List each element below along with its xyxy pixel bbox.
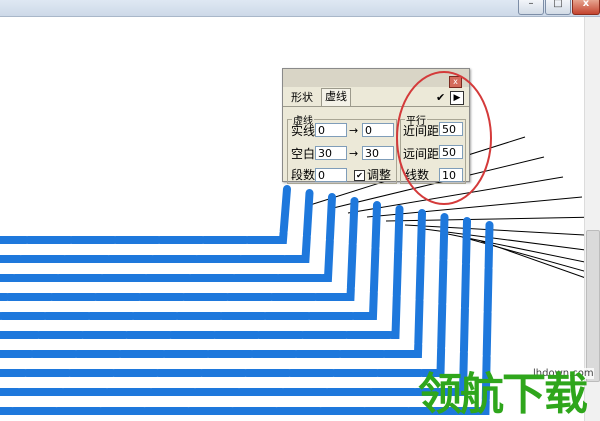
apply-checkmark-icon[interactable]: ✔ xyxy=(436,91,445,104)
gap-from-input[interactable]: 30 xyxy=(315,146,347,160)
count-label: 段数 xyxy=(291,168,316,182)
panel-header xyxy=(283,69,469,87)
guide-line xyxy=(404,224,600,237)
blue-parallel-stroke xyxy=(0,189,314,263)
watermark-logo-text: 领航下载 xyxy=(418,369,588,420)
arrow-right-icon: → xyxy=(349,147,359,160)
guide-line xyxy=(461,236,600,277)
blue-parallel-stroke xyxy=(0,197,359,301)
far-spacing-input[interactable]: 50 xyxy=(439,145,463,159)
gap-to-input[interactable]: 30 xyxy=(362,146,394,160)
adjust-label: 调整 xyxy=(367,168,392,182)
solid-from-input[interactable]: 0 xyxy=(315,123,347,137)
gap-label: 空白 xyxy=(291,147,316,161)
arrow-right-icon: → xyxy=(349,124,359,137)
count-input[interactable]: 0 xyxy=(315,168,347,182)
panel-close-button[interactable]: x xyxy=(449,76,462,88)
tab-shape[interactable]: 形状 xyxy=(288,90,316,106)
drawing-canvas[interactable] xyxy=(0,0,600,421)
line-count-label: 线数 xyxy=(405,168,430,182)
solid-to-input[interactable]: 0 xyxy=(362,123,394,137)
guide-line xyxy=(423,228,600,253)
adjust-checkbox[interactable]: ✔ xyxy=(354,170,365,181)
guide-line xyxy=(480,240,600,284)
tab-dash[interactable]: 虚线 xyxy=(321,88,351,107)
solid-label: 实线 xyxy=(291,124,316,138)
dash-settings-panel: x 形状 虚线 ✔ ▶ 虚线 实线 0 → 0 空白 30 → 30 段数 0 … xyxy=(282,68,470,184)
near-spacing-input[interactable]: 50 xyxy=(439,122,463,136)
far-spacing-label: 远间距 xyxy=(403,147,440,161)
play-icon[interactable]: ▶ xyxy=(450,91,464,105)
scrollbar-thumb[interactable] xyxy=(586,230,600,382)
near-spacing-label: 近间距 xyxy=(403,124,440,138)
line-count-input[interactable]: 10 xyxy=(439,168,463,182)
tab-divider xyxy=(283,106,469,107)
blue-parallel-stroke xyxy=(0,185,291,244)
